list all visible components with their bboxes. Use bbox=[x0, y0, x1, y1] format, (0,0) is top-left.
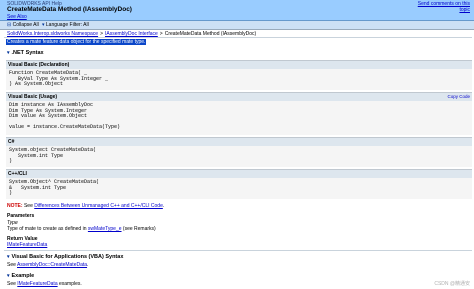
example-heading[interactable]: ▾ Example bbox=[7, 273, 34, 279]
send-feedback-link[interactable]: Send comments on this topic bbox=[418, 1, 470, 13]
filter-icon: ▾ bbox=[42, 22, 45, 28]
vba-syntax-label: Visual Basic for Applications (VBA) Synt… bbox=[11, 254, 124, 260]
parameter-description: Type of mate to create as defined in swM… bbox=[7, 226, 156, 232]
section-toggle-icon[interactable]: ▾ bbox=[7, 254, 10, 260]
code-text: System.object CreateMateData( System.int… bbox=[6, 146, 472, 167]
code-text: Dim instance As IAssemblyDoc Dim Type As… bbox=[6, 101, 472, 133]
section-toggle-icon[interactable]: ▾ bbox=[7, 273, 10, 279]
note-text: NOTE: See Differences Between Unmanaged … bbox=[7, 203, 164, 209]
code-line: ) bbox=[9, 190, 13, 197]
example-label: Example bbox=[11, 273, 35, 279]
differences-link[interactable]: Differences Between Unmanaged C++ and C+… bbox=[34, 203, 163, 209]
example-link[interactable]: IMateFeatureData bbox=[17, 281, 57, 287]
vba-pre: See bbox=[7, 262, 18, 268]
code-block-label: Visual Basic (Declaration) bbox=[6, 61, 472, 69]
parameters-heading: Parameters bbox=[7, 213, 35, 219]
divider bbox=[4, 37, 472, 38]
net-syntax-label: .NET Syntax bbox=[11, 50, 44, 56]
code-block-cpp-cli: C++/CLI System.Object^ CreateMateData( &… bbox=[6, 169, 472, 199]
vba-post: . bbox=[87, 262, 89, 268]
code-line: ) bbox=[9, 158, 13, 165]
code-line: value = instance.CreateMateData(Type) bbox=[9, 124, 121, 131]
vba-syntax-heading[interactable]: ▾ Visual Basic for Applications (VBA) Syn… bbox=[7, 254, 123, 260]
section-toggle-icon[interactable]: ▾ bbox=[7, 50, 10, 56]
code-block-csharp: C# System.object CreateMateData( System.… bbox=[6, 137, 472, 167]
example-pre: See bbox=[7, 281, 18, 287]
collapse-icon: ⊟ bbox=[7, 22, 12, 28]
collapse-all-label: Collapse All bbox=[12, 22, 39, 28]
collapse-all-button[interactable]: ⊟ Collapse All bbox=[7, 22, 39, 28]
language-filter-label: Language Filter: All bbox=[45, 22, 89, 28]
example-text: See IMateFeatureData examples. bbox=[7, 281, 82, 287]
code-block-vb-usage: Visual Basic (Usage) Copy Code Dim insta… bbox=[6, 92, 472, 135]
param-desc-post: (see Remarks) bbox=[121, 226, 156, 232]
code-text: Function CreateMateData( _ ByVal Type As… bbox=[6, 69, 472, 90]
watermark-text: CSDN @精通安 bbox=[434, 281, 470, 287]
divider bbox=[4, 250, 472, 251]
code-line: ) As System.Object bbox=[9, 81, 64, 88]
return-value-text: IMateFeatureData bbox=[7, 242, 47, 248]
return-value-link[interactable]: IMateFeatureData bbox=[7, 242, 47, 248]
see-also-link[interactable]: See Also bbox=[7, 14, 27, 20]
code-line: & System.int Type bbox=[9, 184, 67, 191]
vba-link[interactable]: AssemblyDoc::CreateMateData bbox=[17, 262, 87, 268]
param-desc-pre: Type of mate to create as defined in bbox=[7, 226, 88, 232]
note-label: NOTE: bbox=[7, 203, 23, 209]
code-block-vb-declaration: Visual Basic (Declaration) Function Crea… bbox=[6, 60, 472, 90]
vba-text: See AssemblyDoc::CreateMateData. bbox=[7, 262, 88, 268]
language-filter-button[interactable]: ▾ Language Filter: All bbox=[42, 22, 89, 28]
code-text: System.Object^ CreateMateData( & System.… bbox=[6, 178, 472, 199]
mate-type-enum-link[interactable]: swMateType_e bbox=[88, 226, 122, 232]
page-title: CreateMateData Method (IAssemblyDoc) bbox=[7, 6, 132, 13]
example-post: examples. bbox=[57, 281, 82, 287]
net-syntax-heading[interactable]: ▾ .NET Syntax bbox=[7, 50, 44, 56]
copy-code-button[interactable]: Copy Code bbox=[447, 94, 470, 99]
summary-text: Creates a mate feature data object for t… bbox=[6, 39, 147, 45]
page-header: SOLIDWORKS API Help CreateMateData Metho… bbox=[0, 0, 474, 21]
code-block-label: Visual Basic (Usage) bbox=[6, 93, 472, 101]
send-feedback-line2[interactable]: topic bbox=[418, 7, 470, 13]
note-post: . bbox=[162, 203, 165, 209]
code-block-label: C# bbox=[6, 138, 472, 146]
code-block-label: C++/CLI bbox=[6, 170, 472, 178]
code-line: System.int Type bbox=[9, 152, 64, 159]
note-pre: See bbox=[23, 203, 35, 209]
code-line: Dim value As System.Object bbox=[9, 113, 88, 120]
filter-bar: ⊟ Collapse All ▾ Language Filter: All bbox=[0, 21, 474, 30]
